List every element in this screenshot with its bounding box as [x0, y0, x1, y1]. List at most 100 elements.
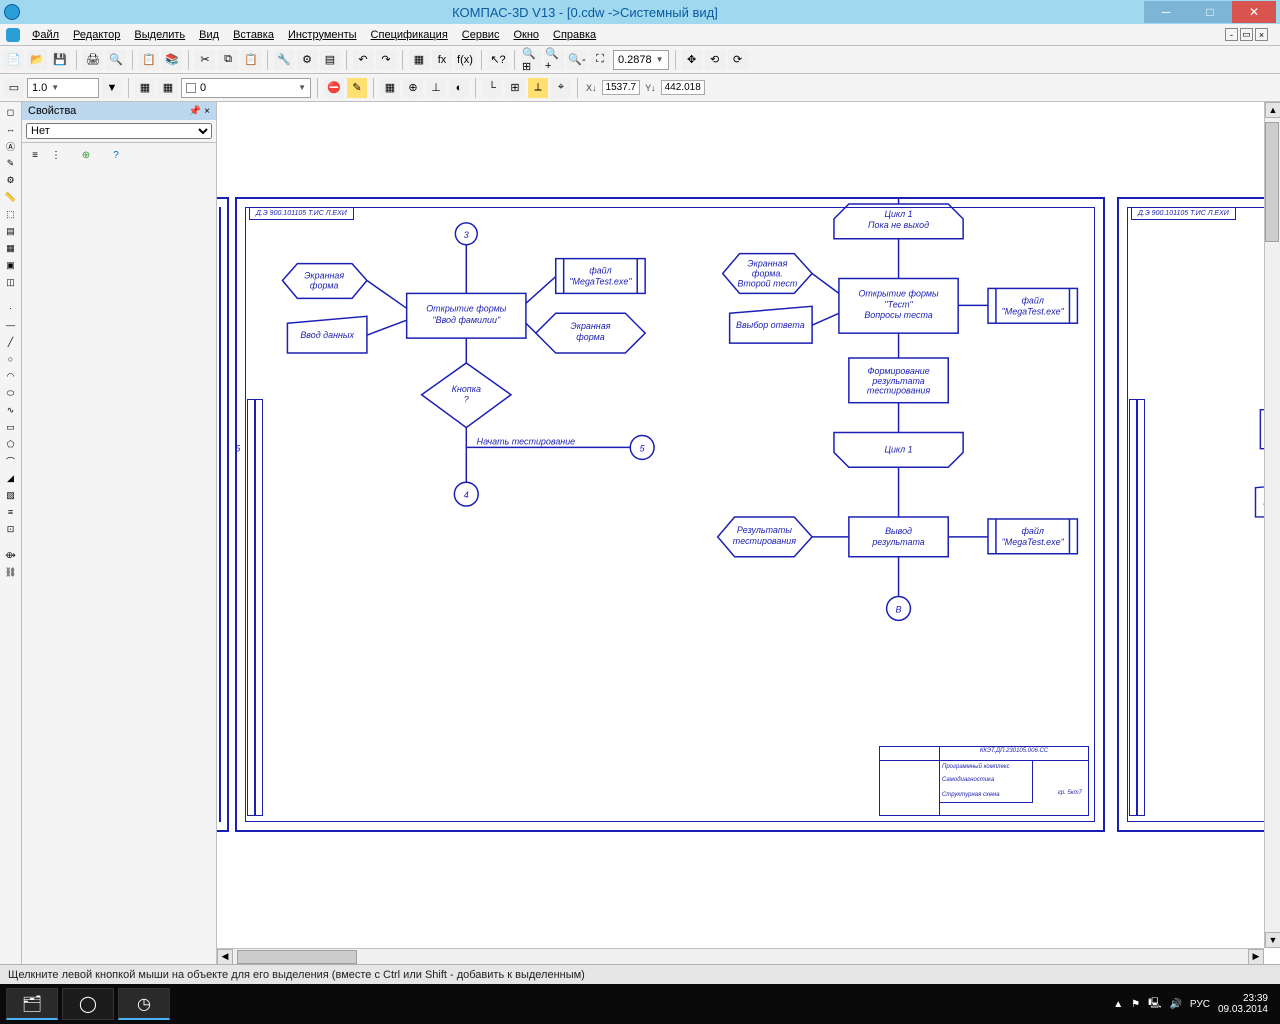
tray-network-icon[interactable]: 🖳	[1148, 996, 1161, 1013]
draw-ellipse[interactable]: ⬭	[1, 385, 20, 401]
pointer-button[interactable]: ↖?	[488, 50, 508, 70]
preview-button[interactable]: 🔍	[106, 50, 126, 70]
vtool-symbols[interactable]: Ⓐ	[1, 138, 20, 154]
round-button[interactable]: ◐	[449, 78, 469, 98]
snap-toggle-button[interactable]: ⊞	[505, 78, 525, 98]
stop-button[interactable]: ⛔	[324, 78, 344, 98]
taskbar-kompas[interactable]: ◷	[118, 988, 170, 1020]
zoom-fit-button[interactable]: ⛶	[590, 50, 610, 70]
maximize-button[interactable]: □	[1188, 1, 1232, 23]
props-button[interactable]: 🔧	[274, 50, 294, 70]
close-button[interactable]: ✕	[1232, 1, 1276, 23]
library-button[interactable]: 📚	[162, 50, 182, 70]
prop-tree-btn[interactable]: ⋮	[47, 146, 65, 164]
draw-rect[interactable]: ▭	[1, 419, 20, 435]
menu-file[interactable]: Файл	[26, 27, 65, 43]
zoom-out-button[interactable]: 🔍-	[567, 50, 587, 70]
redo-button[interactable]: ↷	[376, 50, 396, 70]
hscroll-thumb[interactable]	[237, 950, 357, 964]
vtool-measure[interactable]: 📏	[1, 189, 20, 205]
ortho-button[interactable]: ⊥	[426, 78, 446, 98]
minimize-button[interactable]: ─	[1144, 1, 1188, 23]
copy-props-button[interactable]: ⚙	[297, 50, 317, 70]
function-button[interactable]: f(x)	[455, 50, 475, 70]
orient-button[interactable]: ▼	[102, 78, 122, 98]
draw-circle[interactable]: ○	[1, 351, 20, 367]
cut-button[interactable]: ✂	[195, 50, 215, 70]
scroll-right-button[interactable]: ▶	[1248, 949, 1264, 965]
horizontal-scrollbar[interactable]: ◀ ▶	[217, 948, 1264, 964]
zoom-combo[interactable]: 0.2878▼	[613, 50, 669, 70]
draw-chamfer[interactable]: ◢	[1, 470, 20, 486]
vtool-dimensions[interactable]: ↔	[1, 121, 20, 137]
zoom-window-button[interactable]: 🔍⊞	[521, 50, 541, 70]
drawing-area[interactable]: Д.Э 900.101105 Т.ИС Л.ЕХИ	[217, 102, 1280, 964]
new-button[interactable]: 📄	[4, 50, 24, 70]
scroll-left-button[interactable]: ◀	[217, 949, 233, 965]
draw-fillet[interactable]: ⌒	[1, 453, 20, 469]
prop-list-btn[interactable]: ≡	[26, 146, 44, 164]
layer-combo[interactable]: 0▼	[181, 78, 311, 98]
scroll-up-button[interactable]: ▲	[1265, 102, 1280, 118]
linkage-icon[interactable]: ⛓	[1, 564, 20, 580]
draw-arc[interactable]: ◠	[1, 368, 20, 384]
vscroll-thumb[interactable]	[1265, 122, 1279, 242]
vars-button[interactable]: fx	[432, 50, 452, 70]
app-menu-icon[interactable]	[6, 28, 20, 42]
rotate-button[interactable]: ⟲	[705, 50, 725, 70]
draw-hatch[interactable]: ▨	[1, 487, 20, 503]
menu-help[interactable]: Справка	[547, 27, 602, 43]
draw-aux-line[interactable]: —	[1, 317, 20, 333]
vtool-report[interactable]: ▦	[1, 240, 20, 256]
ortho2-button[interactable]: ⟂	[528, 78, 548, 98]
pin-icon[interactable]: 📌 ×	[189, 106, 210, 117]
draw-spline[interactable]: ∿	[1, 402, 20, 418]
taskbar-chrome[interactable]: ◯	[62, 988, 114, 1020]
taskbar-explorer[interactable]: 🗂	[6, 988, 58, 1020]
vtool-params[interactable]: ⚙	[1, 172, 20, 188]
menu-view[interactable]: Вид	[193, 27, 225, 43]
spec-button[interactable]: 📋	[139, 50, 159, 70]
copy-button[interactable]: ⧉	[218, 50, 238, 70]
menu-select[interactable]: Выделить	[128, 27, 191, 43]
tray-up-icon[interactable]: ▲	[1113, 999, 1123, 1010]
vertical-scrollbar[interactable]: ▲ ▼	[1264, 102, 1280, 948]
tray-sound-icon[interactable]: 🔊	[1169, 999, 1181, 1010]
scale-combo[interactable]: 1.0▼	[27, 78, 99, 98]
vtool-edit[interactable]: ✎	[1, 155, 20, 171]
mdi-close-button[interactable]: ×	[1255, 28, 1268, 41]
pan-button[interactable]: ✥	[682, 50, 702, 70]
draw-equid[interactable]: ≡	[1, 504, 20, 520]
save-button[interactable]: 💾	[50, 50, 70, 70]
prop-add-btn[interactable]: ⊕	[77, 146, 95, 164]
draw-point[interactable]: ·	[1, 300, 20, 316]
zoom-in-button[interactable]: 🔍+	[544, 50, 564, 70]
print-button[interactable]: 🖨	[83, 50, 103, 70]
undo-button[interactable]: ↶	[353, 50, 373, 70]
view-state-button[interactable]: ▭	[4, 78, 24, 98]
redraw-button[interactable]: ⟳	[728, 50, 748, 70]
tray-flag-icon[interactable]: ⚑	[1131, 999, 1140, 1010]
properties-header[interactable]: Свойства 📌 ×	[22, 102, 216, 120]
mdi-minimize-button[interactable]: -	[1225, 28, 1238, 41]
menu-window[interactable]: Окно	[507, 27, 545, 43]
menu-service[interactable]: Сервис	[456, 27, 506, 43]
draw-collect[interactable]: ⊡	[1, 521, 20, 537]
vtool-insert[interactable]: ▣	[1, 257, 20, 273]
vtool-spec[interactable]: ▤	[1, 223, 20, 239]
vtool-select[interactable]: ⬚	[1, 206, 20, 222]
manager-button[interactable]: ▦	[409, 50, 429, 70]
mdi-restore-button[interactable]: ▭	[1240, 28, 1253, 41]
coord-x-value[interactable]: 1537.7	[602, 80, 641, 95]
scroll-down-button[interactable]: ▼	[1265, 932, 1280, 948]
layer-btn2[interactable]: ▦	[158, 78, 178, 98]
menu-spec[interactable]: Спецификация	[365, 27, 454, 43]
draw-poly[interactable]: ⬠	[1, 436, 20, 452]
vtool-views[interactable]: ◫	[1, 274, 20, 290]
belt-icon[interactable]: ⟴	[1, 547, 20, 563]
tray-clock[interactable]: 23:39 09.03.2014	[1218, 993, 1268, 1015]
snap-grid-button[interactable]: ▦	[380, 78, 400, 98]
vtool-geometry[interactable]: ◻	[1, 104, 20, 120]
coord-y-value[interactable]: 442.018	[661, 80, 705, 95]
open-button[interactable]: 📂	[27, 50, 47, 70]
